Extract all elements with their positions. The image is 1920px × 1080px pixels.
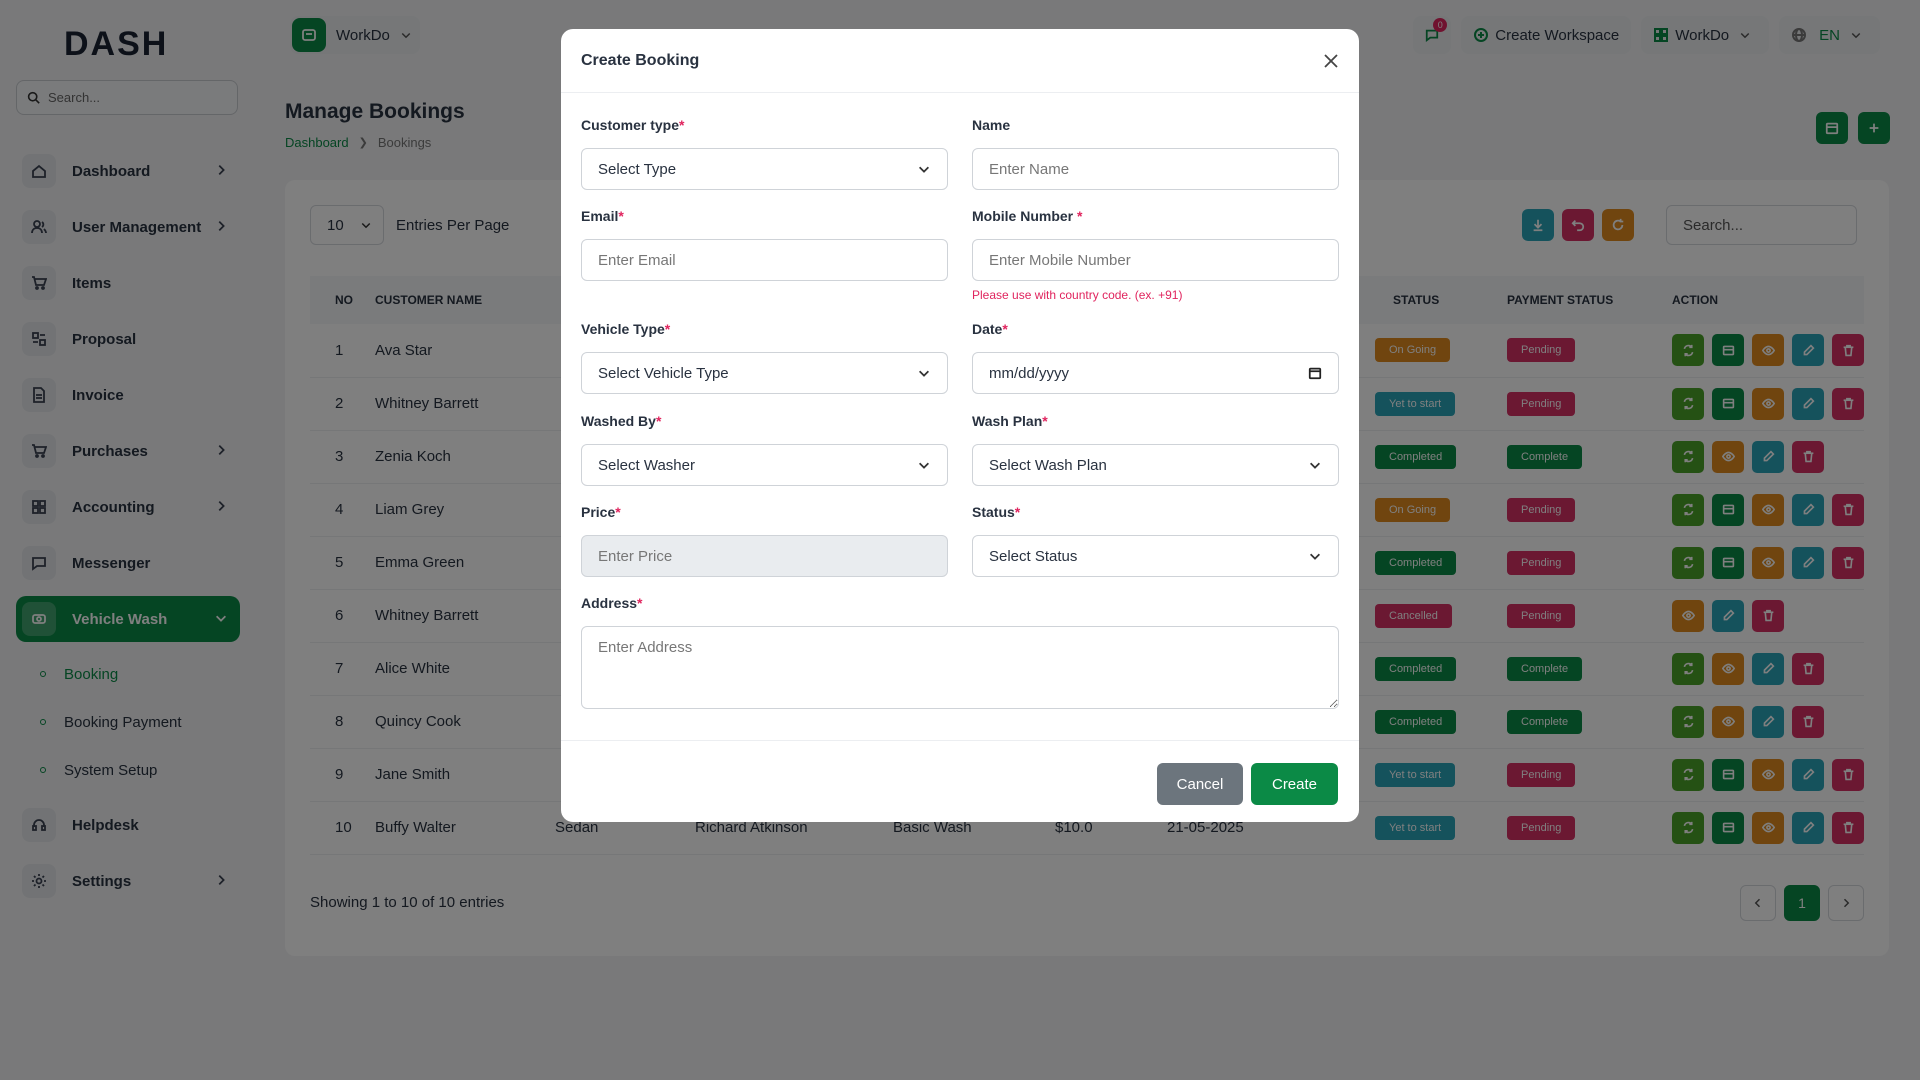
date-value: mm/dd/yyyy (989, 364, 1070, 382)
chevron-down-icon (919, 462, 929, 469)
close-modal-button[interactable] (1321, 51, 1341, 71)
address-label: Address* (581, 595, 643, 611)
mobile-hint: Please use with country code. (ex. +91) (972, 288, 1183, 302)
status-select[interactable]: Select Status (972, 535, 1339, 577)
cancel-button[interactable]: Cancel (1157, 763, 1243, 805)
wash-plan-select[interactable]: Select Wash Plan (972, 444, 1339, 486)
chevron-down-icon (919, 370, 929, 377)
status-label: Status* (972, 504, 1021, 520)
price-input[interactable] (581, 535, 948, 577)
date-group: Date* mm/dd/yyyy (972, 321, 1339, 394)
customer-type-group: Customer type* Select Type (581, 117, 948, 190)
customer-type-label: Customer type* (581, 117, 685, 133)
modal-title: Create Booking (581, 51, 700, 69)
chevron-down-icon (919, 166, 929, 173)
name-input[interactable] (972, 148, 1339, 190)
price-group: Price* (581, 504, 948, 577)
status-group: Status* Select Status (972, 504, 1339, 577)
mobile-input[interactable] (972, 239, 1339, 281)
mobile-label: Mobile Number * (972, 208, 1083, 224)
close-icon (1324, 54, 1338, 68)
email-group: Email* (581, 208, 948, 281)
email-input[interactable] (581, 239, 948, 281)
customer-type-value: Select Type (598, 160, 677, 178)
washed-by-label: Washed By* (581, 413, 662, 429)
vehicle-type-group: Vehicle Type* Select Vehicle Type (581, 321, 948, 394)
washed-by-select[interactable]: Select Washer (581, 444, 948, 486)
chevron-down-icon (1310, 462, 1320, 469)
wash-plan-label: Wash Plan* (972, 413, 1048, 429)
date-input[interactable]: mm/dd/yyyy (972, 352, 1339, 394)
vehicle-type-label: Vehicle Type* (581, 321, 671, 337)
date-label: Date* (972, 321, 1008, 337)
vehicle-type-value: Select Vehicle Type (598, 364, 729, 382)
mobile-group: Mobile Number * Please use with country … (972, 208, 1339, 302)
wash-plan-value: Select Wash Plan (989, 456, 1107, 474)
modal-header: Create Booking (561, 29, 1359, 93)
email-label: Email* (581, 208, 624, 224)
vehicle-type-select[interactable]: Select Vehicle Type (581, 352, 948, 394)
chevron-down-icon (1310, 553, 1320, 560)
address-group: Address* (581, 595, 1339, 709)
name-group: Name (972, 117, 1339, 190)
address-textarea[interactable] (581, 626, 1339, 709)
washed-by-group: Washed By* Select Washer (581, 413, 948, 486)
modal-footer: Cancel Create (561, 740, 1359, 822)
customer-type-select[interactable]: Select Type (581, 148, 948, 190)
wash-plan-group: Wash Plan* Select Wash Plan (972, 413, 1339, 486)
washed-by-value: Select Washer (598, 456, 695, 474)
calendar-icon[interactable] (1308, 366, 1322, 380)
price-label: Price* (581, 504, 621, 520)
status-value: Select Status (989, 547, 1078, 565)
create-booking-modal: Create Booking Customer type* Select Typ… (561, 29, 1359, 822)
name-label: Name (972, 117, 1011, 133)
create-button[interactable]: Create (1251, 763, 1338, 805)
